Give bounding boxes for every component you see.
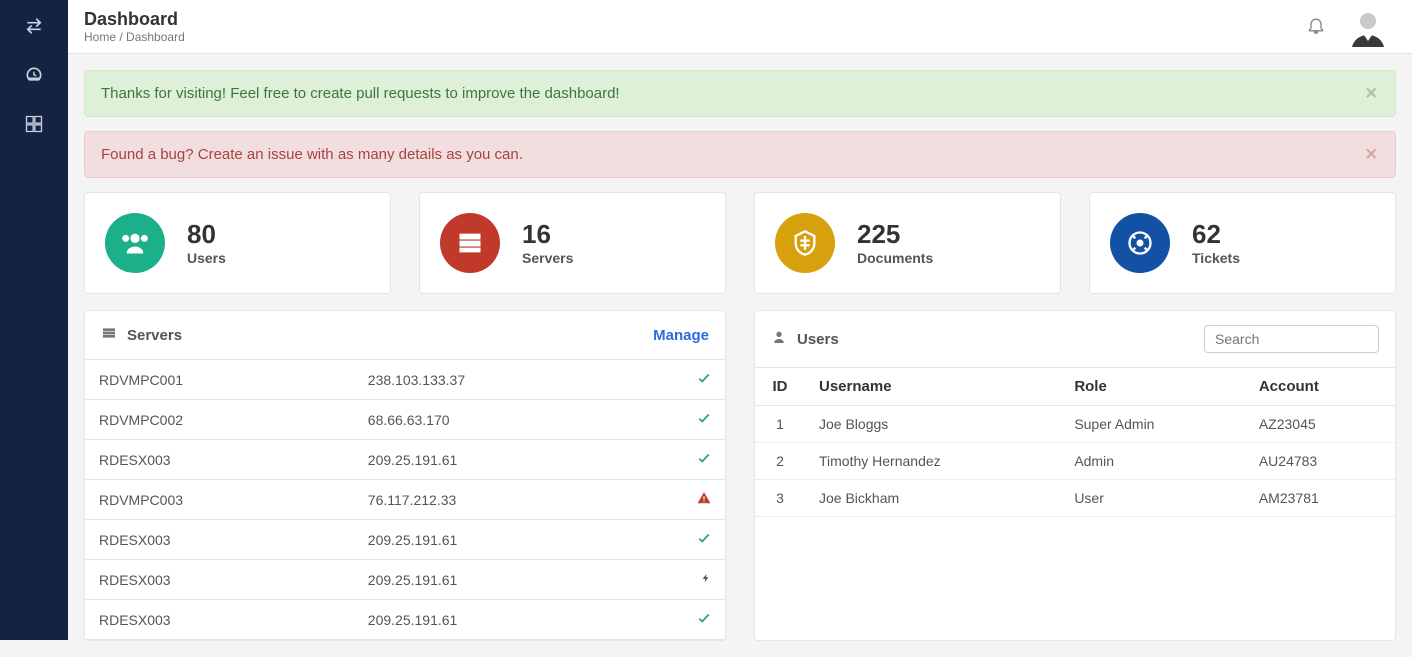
table-row[interactable]: RDVMPC00376.117.212.33 (85, 480, 725, 520)
check-icon (697, 452, 711, 468)
page-title: Dashboard (84, 9, 185, 31)
table-row[interactable]: RDVMPC00268.66.63.170 (85, 400, 725, 440)
users-search-input[interactable] (1204, 325, 1379, 353)
check-icon (697, 532, 711, 548)
servers-panel: Servers Manage RDVMPC001238.103.133.37RD… (84, 310, 726, 641)
dashboard-icon[interactable] (24, 65, 44, 88)
check-icon (697, 412, 711, 428)
table-row[interactable]: RDESX003209.25.191.61 (85, 440, 725, 480)
main: Thanks for visiting! Feel free to create… (68, 0, 1412, 657)
user-avatar[interactable] (1348, 7, 1388, 47)
servers-panel-title: Servers (127, 327, 182, 344)
col-id[interactable]: ID (755, 368, 805, 406)
breadcrumb: Home / Dashboard (84, 30, 185, 44)
table-row[interactable]: RDESX003209.25.191.61 (85, 560, 725, 600)
stat-servers[interactable]: 16 Servers (419, 192, 726, 294)
grid-icon[interactable] (24, 114, 44, 137)
close-icon[interactable]: × (1359, 81, 1383, 106)
alert-danger: Found a bug? Create an issue with as man… (84, 131, 1396, 178)
users-icon (105, 213, 165, 273)
table-row[interactable]: RDESX003209.25.191.61 (85, 520, 725, 560)
table-row[interactable]: RDVMPC001238.103.133.37 (85, 360, 725, 400)
notification-bell-icon[interactable] (1306, 15, 1326, 38)
table-row[interactable]: 1Joe BloggsSuper AdminAZ23045 (755, 406, 1395, 443)
table-row[interactable]: RDESX003209.25.191.61 (85, 600, 725, 640)
table-row[interactable]: 2Timothy HernandezAdminAU24783 (755, 443, 1395, 480)
close-icon[interactable]: × (1359, 142, 1383, 167)
check-icon (697, 612, 711, 628)
warning-icon (697, 492, 711, 508)
col-username[interactable]: Username (805, 368, 1060, 406)
swap-icon[interactable] (24, 16, 44, 39)
check-icon (697, 372, 711, 388)
col-role[interactable]: Role (1060, 368, 1245, 406)
tickets-icon (1110, 213, 1170, 273)
topbar: Dashboard Home / Dashboard (68, 0, 1412, 54)
manage-link[interactable]: Manage (653, 327, 709, 344)
col-account[interactable]: Account (1245, 368, 1395, 406)
users-panel-title: Users (797, 331, 839, 348)
users-list-icon (771, 329, 787, 349)
users-panel: Users ID Username Role Account 1Joe Blog… (754, 310, 1396, 641)
breadcrumb-home[interactable]: Home (84, 30, 116, 44)
server-list-icon (101, 325, 117, 345)
servers-icon (440, 213, 500, 273)
sidebar (0, 0, 68, 640)
stat-tickets[interactable]: 62 Tickets (1089, 192, 1396, 294)
stat-users[interactable]: 80 Users (84, 192, 391, 294)
breadcrumb-current: Dashboard (126, 30, 185, 44)
stat-documents[interactable]: 225 Documents (754, 192, 1061, 294)
table-row[interactable]: 3Joe BickhamUserAM23781 (755, 480, 1395, 517)
stats-row: 80 Users 16 Servers 225 Documents (84, 192, 1396, 294)
servers-scroll[interactable]: RDVMPC001238.103.133.37RDVMPC00268.66.63… (85, 360, 725, 640)
alert-success: Thanks for visiting! Feel free to create… (84, 70, 1396, 117)
documents-icon (775, 213, 835, 273)
bolt-icon (701, 572, 711, 588)
